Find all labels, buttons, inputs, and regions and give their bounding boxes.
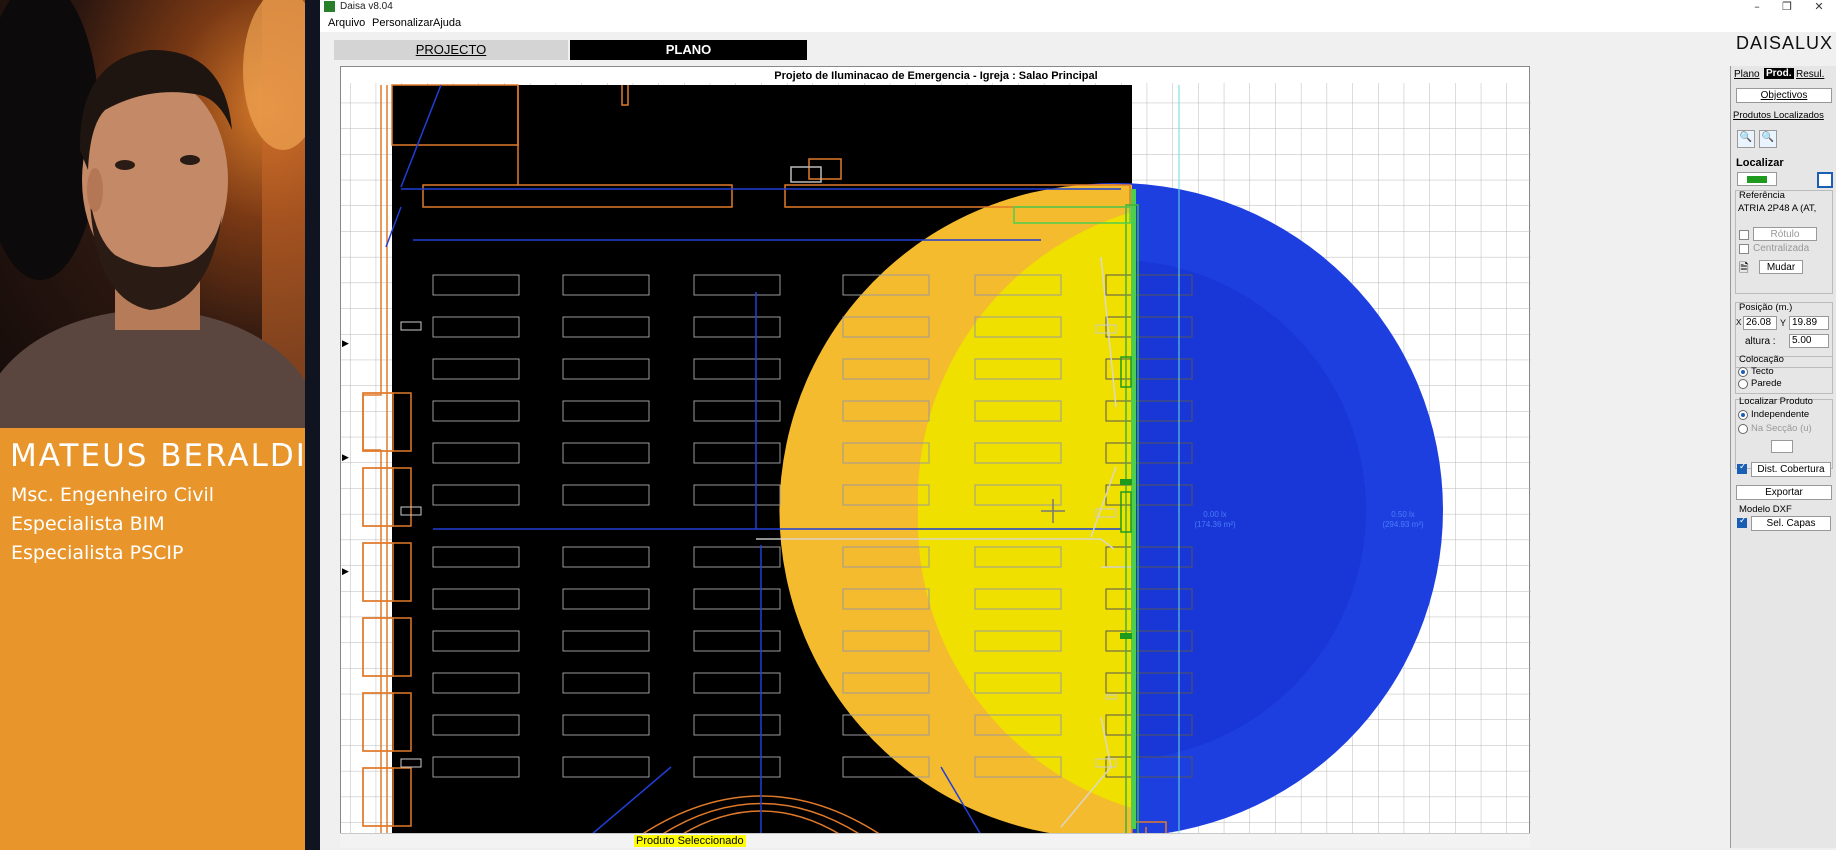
floor-plan-drawing[interactable]: 0.00 lx (174.36 m²) 0.50 lx (294.93 m²) [341, 67, 1531, 835]
screen: MATEUS BERALDI Msc. Engenheiro Civil Esp… [0, 0, 1836, 850]
independente-radio[interactable] [1738, 410, 1748, 420]
localizar-produto-label: Localizar Produto [1739, 396, 1813, 407]
na-seccao-radio[interactable] [1738, 424, 1748, 434]
ruler-marker-icon: ▶ [342, 339, 349, 349]
exportar-button[interactable]: Exportar [1736, 485, 1832, 500]
ruler-marker-icon: ▶ [342, 567, 349, 577]
select-tool-icon[interactable] [1817, 172, 1833, 188]
colocacao-label: Colocação [1739, 354, 1784, 365]
localizar-heading: Localizar [1736, 157, 1784, 169]
coverage-label: (294.93 m²) [1382, 520, 1424, 529]
posicao-label: Posição (m.) [1739, 302, 1793, 313]
altura-label: altura : [1745, 336, 1776, 347]
plan-title: Projeto de Iluminacao de Emergencia - Ig… [774, 70, 1098, 82]
close-button[interactable]: ✕ [1804, 0, 1834, 14]
document-icon[interactable]: 🗎 [1739, 259, 1749, 280]
x-label: X [1736, 318, 1742, 327]
x-position-input[interactable]: 26.08 [1743, 316, 1777, 330]
status-text: Produto Seleccionado [634, 835, 746, 847]
presenter-name: MATEUS BERALDI [10, 438, 307, 474]
plan-canvas[interactable]: 0.00 lx (174.36 m²) 0.50 lx (294.93 m²) … [340, 66, 1531, 848]
panel-tab-plano[interactable]: Plano [1734, 69, 1760, 80]
located-products-link[interactable]: Produtos Localizados [1733, 110, 1824, 121]
panel-tab-resul[interactable]: Resul. [1796, 69, 1824, 80]
minimize-button[interactable]: – [1742, 0, 1772, 14]
dist-cobertura-button[interactable]: Dist. Cobertura [1751, 462, 1831, 477]
tab-plano[interactable]: PLANO [570, 40, 807, 60]
objectives-button[interactable]: Objectivos [1736, 88, 1832, 103]
y-label: Y [1780, 318, 1787, 328]
menu-arquivo[interactable]: Arquivo [328, 17, 365, 29]
rotulo-button[interactable]: Rótulo [1753, 227, 1817, 241]
luminaire-preview[interactable] [1737, 172, 1777, 186]
sel-capas-checkbox[interactable] [1737, 516, 1747, 528]
seccao-input[interactable] [1771, 440, 1793, 453]
presenter-credential: Especialista PSCIP [11, 542, 184, 564]
presenter-panel: MATEUS BERALDI Msc. Engenheiro Civil Esp… [0, 0, 305, 850]
webcam-feed [0, 0, 305, 428]
mudar-button[interactable]: Mudar [1759, 260, 1803, 274]
sel-capas-button[interactable]: Sel. Capas [1751, 516, 1831, 531]
ruler-marker-icon: ▶ [342, 453, 349, 463]
coverage-label: 0.00 lx [1203, 510, 1227, 519]
window-title: Daisa v8.04 [340, 1, 393, 12]
y-position-input[interactable]: 19.89 [1789, 316, 1829, 330]
zoom-in-icon[interactable]: 🔍 [1737, 130, 1755, 148]
parede-radio[interactable] [1738, 379, 1748, 389]
panel-tab-prod[interactable]: Prod. [1764, 68, 1794, 79]
tecto-label: Tecto [1751, 366, 1774, 377]
centralizada-label: Centralizada [1753, 243, 1810, 254]
menu-bar: Arquivo Personalizar Ajuda [320, 14, 1836, 32]
tecto-radio[interactable] [1738, 367, 1748, 377]
zoom-out-icon[interactable]: 🔍 [1759, 130, 1777, 148]
rotulo-checkbox[interactable] [1739, 230, 1749, 240]
referencia-label: Referência [1739, 190, 1785, 201]
daisa-window: Daisa v8.04 – ❐ ✕ Arquivo Personalizar A… [320, 0, 1836, 850]
independente-label: Independente [1751, 409, 1810, 420]
na-seccao-label: Na Secção (u) [1751, 423, 1812, 434]
altura-input[interactable]: 5.00 [1789, 334, 1829, 348]
tab-projecto[interactable]: PROJECTO [334, 40, 568, 60]
menu-ajuda[interactable]: Ajuda [433, 17, 461, 29]
brand-logo: DAISALUX [1736, 33, 1834, 53]
parede-label: Parede [1751, 378, 1782, 389]
presenter-credential: Especialista BIM [11, 513, 165, 535]
coverage-label: (174.36 m²) [1194, 520, 1236, 529]
status-bar: Produto Seleccionado [340, 833, 1530, 848]
properties-panel: Plano Prod. Resul. Objectivos Produtos L… [1730, 66, 1836, 848]
menu-personalizar[interactable]: Personalizar [372, 17, 433, 29]
app-icon [324, 1, 335, 12]
centralizada-checkbox[interactable] [1739, 244, 1749, 254]
referencia-value: ATRIA 2P48 A (AT, [1738, 203, 1817, 214]
title-bar: Daisa v8.04 – ❐ ✕ [320, 0, 1836, 14]
presenter-photo [0, 0, 305, 428]
divider [305, 0, 320, 850]
maximize-button[interactable]: ❐ [1772, 0, 1802, 14]
modelo-dxf-label: Modelo DXF [1739, 504, 1792, 515]
coverage-label: 0.50 lx [1391, 510, 1415, 519]
presenter-credential: Msc. Engenheiro Civil [11, 484, 215, 506]
dist-cobertura-checkbox[interactable] [1737, 462, 1747, 474]
